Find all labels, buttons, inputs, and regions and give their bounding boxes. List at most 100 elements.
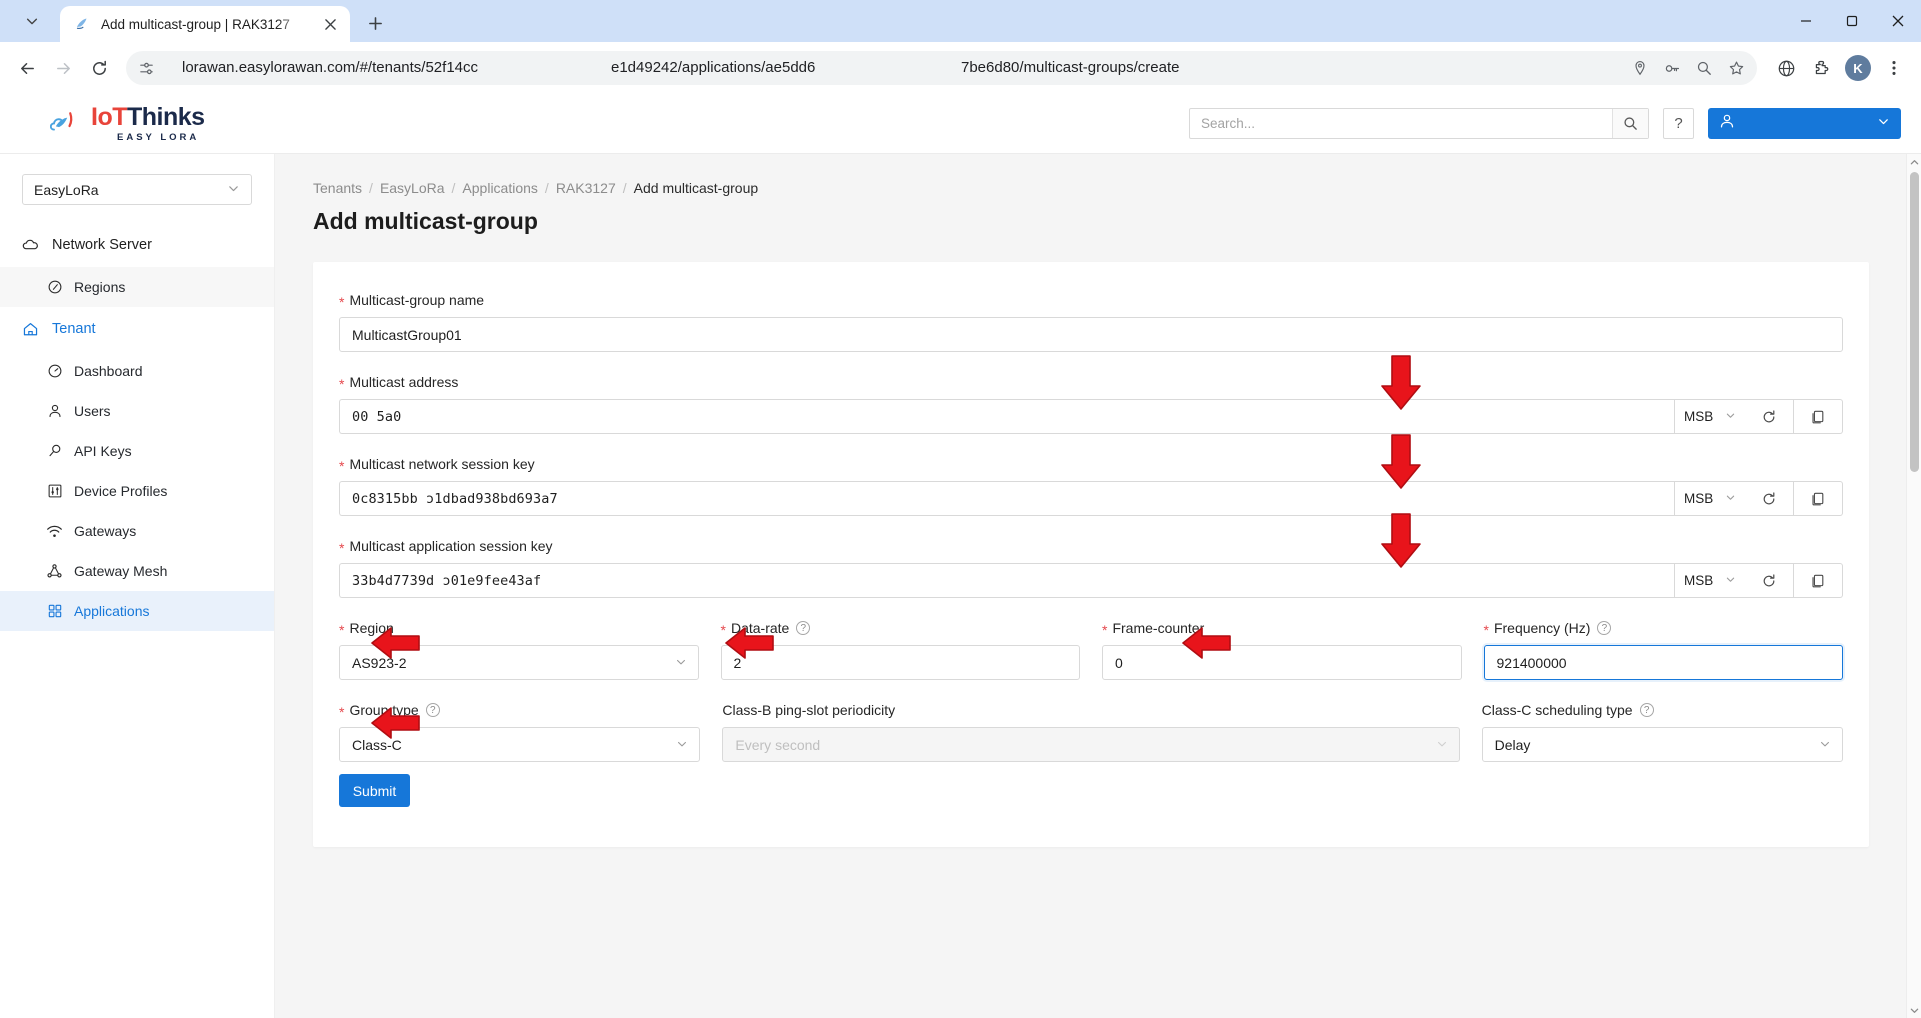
endianness-selector-nwk-key[interactable]: MSB [1674, 481, 1745, 516]
input-frequency[interactable]: 921400000 [1483, 645, 1843, 680]
new-tab-button[interactable] [358, 6, 392, 40]
app-header: IoTThinks EASY LORA ? [0, 94, 1921, 154]
back-arrow-icon[interactable] [10, 51, 44, 85]
page-scrollbar[interactable] [1906, 154, 1921, 1018]
select-region-value: AS923-2 [352, 654, 407, 671]
scrollbar-thumb[interactable] [1910, 172, 1919, 472]
sidebar-item-users[interactable]: Users [0, 391, 274, 431]
chevron-down-icon [1725, 573, 1736, 588]
input-network-session-key[interactable]: 0c8315bb ɔ1dbad938bd693a7 [339, 481, 1674, 516]
sidebar-item-gateway-mesh[interactable]: Gateway Mesh [0, 551, 274, 591]
bookmark-star-icon[interactable] [1721, 53, 1751, 83]
user-menu-button[interactable] [1708, 108, 1901, 139]
input-data-rate[interactable]: 2 [720, 645, 1080, 680]
help-icon-frequency[interactable]: ? [1597, 621, 1612, 635]
sidebar-item-label: Dashboard [74, 363, 143, 379]
help-icon-group-type[interactable]: ? [425, 703, 440, 717]
select-scheduling-type[interactable]: Delay [1481, 727, 1844, 762]
chevron-down-icon [1819, 737, 1831, 753]
select-group-type-value: Class-C [352, 736, 402, 753]
label-multicast-group-name: * Multicast-group name [339, 292, 1843, 309]
sidebar-item-regions[interactable]: Regions [0, 267, 274, 307]
help-button[interactable]: ? [1663, 108, 1694, 139]
address-bar-icons [1625, 53, 1751, 83]
tenant-selector[interactable]: EasyLoRa [22, 174, 252, 205]
search-input[interactable] [1190, 109, 1612, 138]
sidebar-item-label: Gateway Mesh [74, 563, 168, 579]
input-application-session-key[interactable]: 33b4d7739d ɔ01e9fee43af [339, 563, 1674, 598]
address-bar-text[interactable]: lorawan.easylorawan.com/#/tenants/52f14c… [160, 51, 1625, 85]
user-icon [46, 403, 63, 420]
breadcrumb-item-rak3127[interactable]: RAK3127 [556, 180, 616, 196]
sidebar-group-network-server[interactable]: Network Server [0, 223, 274, 267]
sliders-icon [46, 483, 63, 500]
required-marker: * [1483, 622, 1489, 638]
endianness-selector-app-key[interactable]: MSB [1674, 563, 1745, 598]
location-icon[interactable] [1625, 53, 1655, 83]
logo-subtitle: EASY LORA [117, 131, 200, 143]
address-bar[interactable]: lorawan.easylorawan.com/#/tenants/52f14c… [126, 51, 1757, 85]
endianness-value: MSB [1684, 573, 1714, 588]
help-icon-scheduling-type[interactable]: ? [1639, 703, 1654, 717]
three-dot-menu-icon[interactable] [1877, 51, 1911, 85]
globe-icon[interactable] [1769, 51, 1803, 85]
field-region: * Region AS923-2 [339, 620, 699, 680]
refresh-icon-address[interactable] [1745, 399, 1794, 434]
browser-tab[interactable]: Add multicast-group | RAK3127 [60, 6, 350, 42]
chevron-down-icon [1725, 491, 1736, 506]
tab-close-icon[interactable] [318, 12, 342, 36]
tab-search-chevron-icon[interactable] [17, 6, 47, 36]
label-text: Multicast application session key [349, 538, 553, 554]
field-data-rate: * Data-rate ? 2 [720, 620, 1081, 680]
copy-icon-address[interactable] [1794, 399, 1843, 434]
chevron-down-icon [1436, 737, 1448, 753]
app-logo[interactable]: IoTThinks EASY LORA [20, 104, 275, 143]
field-application-session-key: * Multicast application session key 33b4… [339, 538, 1843, 598]
input-multicast-address[interactable]: 00 5a0 [339, 399, 1674, 434]
global-search[interactable] [1189, 108, 1649, 139]
breadcrumb-item-applications[interactable]: Applications [462, 180, 538, 196]
sidebar-item-device-profiles[interactable]: Device Profiles [0, 471, 274, 511]
select-region[interactable]: AS923-2 [339, 645, 699, 680]
copy-icon-nwk-key[interactable] [1794, 481, 1843, 516]
minimize-icon[interactable] [1783, 0, 1829, 42]
help-icon-data-rate[interactable]: ? [796, 621, 811, 635]
profile-avatar[interactable]: K [1841, 51, 1875, 85]
select-group-type[interactable]: Class-C [339, 727, 701, 762]
breadcrumb-item-easylora[interactable]: EasyLoRa [380, 180, 445, 196]
maximize-icon[interactable] [1829, 0, 1875, 42]
label-text: Multicast address [349, 374, 459, 390]
label-data-rate: * Data-rate ? [721, 620, 1081, 637]
required-marker: * [339, 458, 345, 474]
main-content: Tenants / EasyLoRa / Applications / RAK3… [275, 154, 1921, 1018]
input-multicast-group-name[interactable]: MulticastGroup01 [339, 317, 1843, 352]
web-app: IoTThinks EASY LORA ? [0, 94, 1921, 1018]
sidebar-item-dashboard[interactable]: Dashboard [0, 351, 274, 391]
copy-icon-app-key[interactable] [1794, 563, 1843, 598]
sidebar-item-api-keys[interactable]: API Keys [0, 431, 274, 471]
refresh-icon-app-key[interactable] [1745, 563, 1794, 598]
sidebar-item-label: Regions [74, 279, 126, 295]
scrollbar-down-arrow-icon[interactable] [1907, 1002, 1921, 1018]
breadcrumb-item-tenants[interactable]: Tenants [313, 180, 362, 196]
endianness-selector-address[interactable]: MSB [1674, 399, 1745, 434]
zoom-icon[interactable] [1689, 53, 1719, 83]
forward-arrow-icon[interactable] [46, 51, 80, 85]
field-frame-counter: * Frame-counter 0 [1102, 620, 1462, 680]
scrollbar-up-arrow-icon[interactable] [1907, 154, 1921, 170]
submit-button[interactable]: Submit [339, 774, 410, 807]
sidebar-item-gateways[interactable]: Gateways [0, 511, 274, 551]
site-settings-icon[interactable] [132, 54, 160, 82]
sidebar-group-tenant[interactable]: Tenant [0, 307, 274, 351]
extensions-puzzle-icon[interactable] [1805, 51, 1839, 85]
close-icon[interactable] [1875, 0, 1921, 42]
gauge-icon [46, 363, 63, 380]
refresh-icon-nwk-key[interactable] [1745, 481, 1794, 516]
key-search-icon [46, 443, 63, 460]
sidebar-item-applications[interactable]: Applications [0, 591, 274, 631]
input-frame-counter[interactable]: 0 [1102, 645, 1462, 680]
search-icon[interactable] [1612, 109, 1648, 138]
password-key-icon[interactable] [1657, 53, 1687, 83]
field-scheduling-type: Class-C scheduling type ? Delay [1481, 702, 1844, 762]
reload-icon[interactable] [82, 51, 116, 85]
